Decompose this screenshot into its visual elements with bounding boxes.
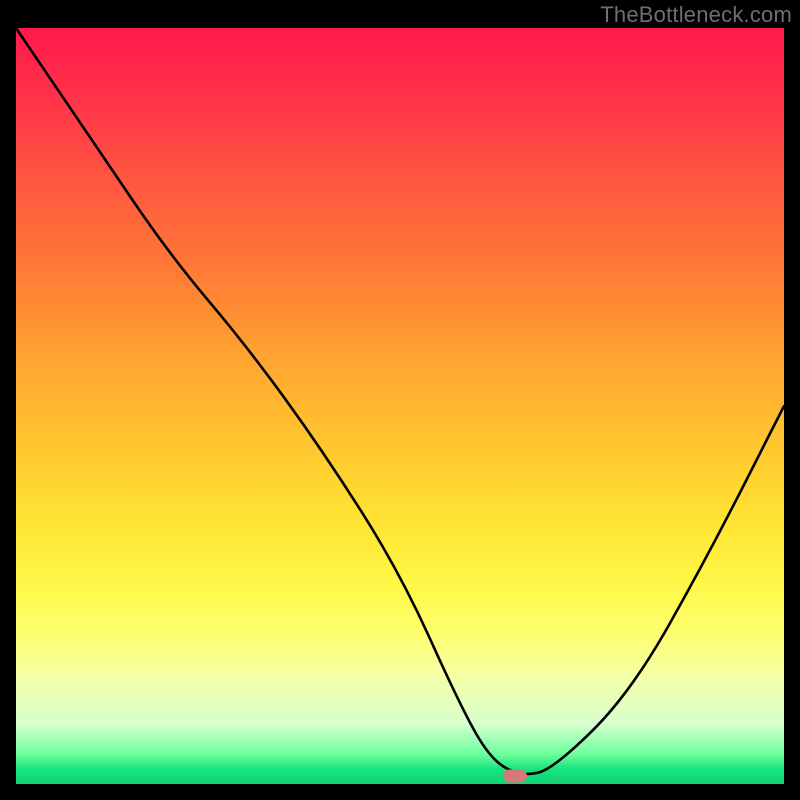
optimal-point-marker xyxy=(503,770,527,783)
watermark-text: TheBottleneck.com xyxy=(600,2,792,28)
plot-area xyxy=(16,28,784,784)
bottleneck-curve xyxy=(16,28,784,774)
chart-frame: TheBottleneck.com xyxy=(0,0,800,800)
curve-layer xyxy=(16,28,784,784)
